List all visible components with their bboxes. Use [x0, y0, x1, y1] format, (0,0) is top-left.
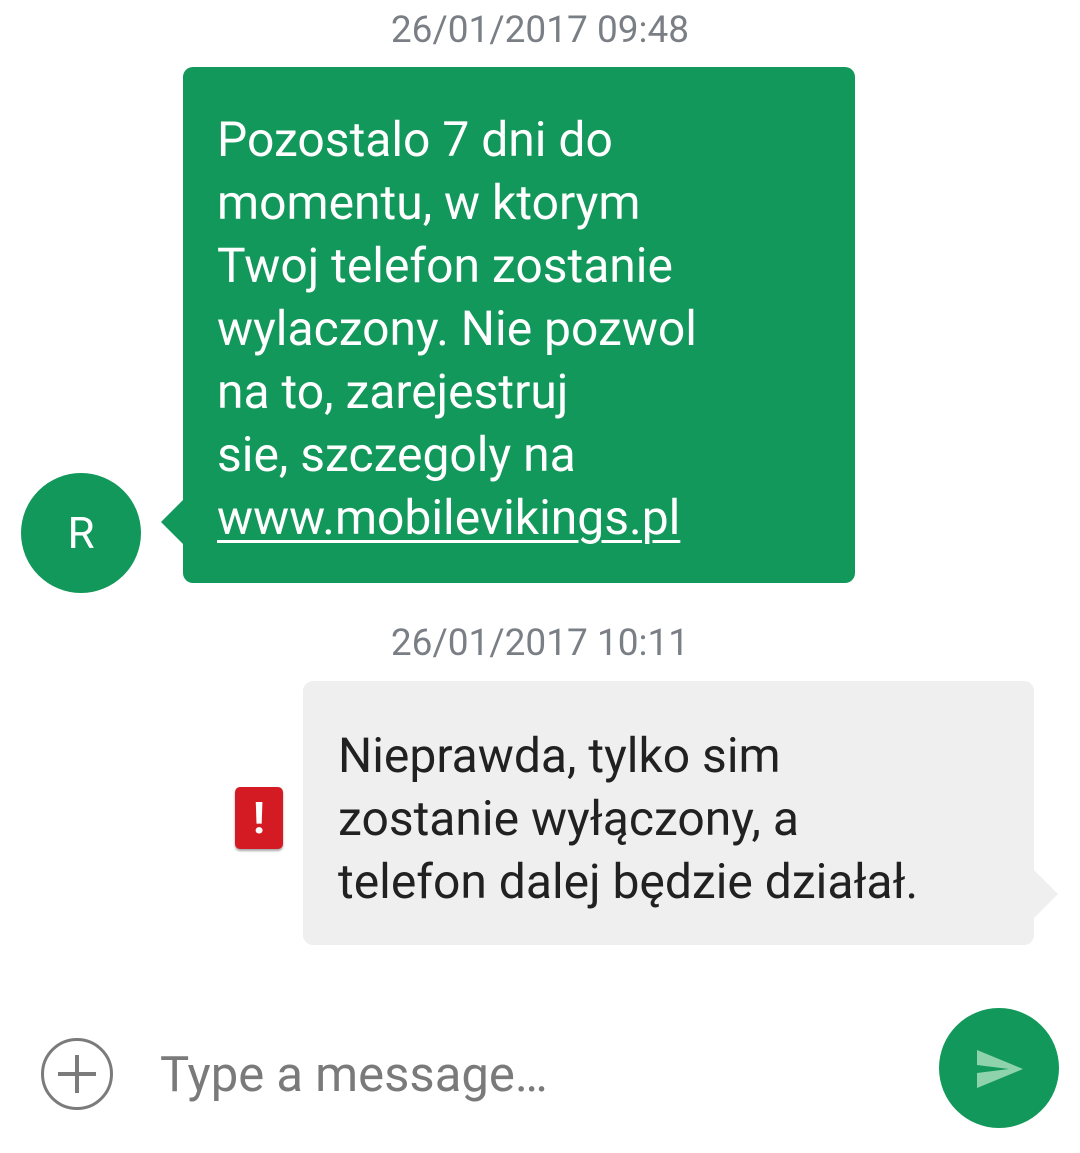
message-text-line: Twoj telefon zostanie — [217, 237, 673, 294]
message-text-line: telefon dalej będzie działał. — [338, 853, 919, 910]
incoming-bubble-tail — [161, 498, 185, 546]
message-text-line: zostanie wyłączony, a — [338, 790, 799, 847]
message-text-line: momentu, w ktorym — [217, 174, 641, 231]
message-text-line: na to, zarejestruj — [217, 363, 569, 420]
message-timestamp: 26/01/2017 09:48 — [390, 9, 690, 52]
message-text-line: sie, szczegoly na — [217, 426, 576, 483]
message-timestamp: 26/01/2017 10:11 — [390, 622, 690, 665]
send-icon — [977, 1050, 1023, 1088]
message-input[interactable] — [160, 1042, 900, 1106]
error-icon[interactable]: ! — [235, 787, 283, 849]
message-text-line: Pozostalo 7 dni do — [217, 111, 613, 168]
message-text-line: wylaczony. Nie pozwol — [217, 300, 697, 357]
message-link[interactable]: www.mobilevikings.pl — [217, 486, 825, 549]
contact-avatar[interactable]: R — [21, 473, 141, 593]
message-text-line: Nieprawda, tylko sim — [338, 727, 781, 784]
incoming-message-bubble[interactable]: Pozostalo 7 dni do momentu, w ktorym Two… — [183, 67, 855, 583]
plus-circle-icon[interactable] — [41, 1038, 113, 1110]
send-button[interactable] — [939, 1008, 1059, 1128]
outgoing-message-bubble[interactable]: Nieprawda, tylko sim zostanie wyłączony,… — [303, 681, 1034, 945]
outgoing-bubble-tail — [1034, 870, 1058, 918]
